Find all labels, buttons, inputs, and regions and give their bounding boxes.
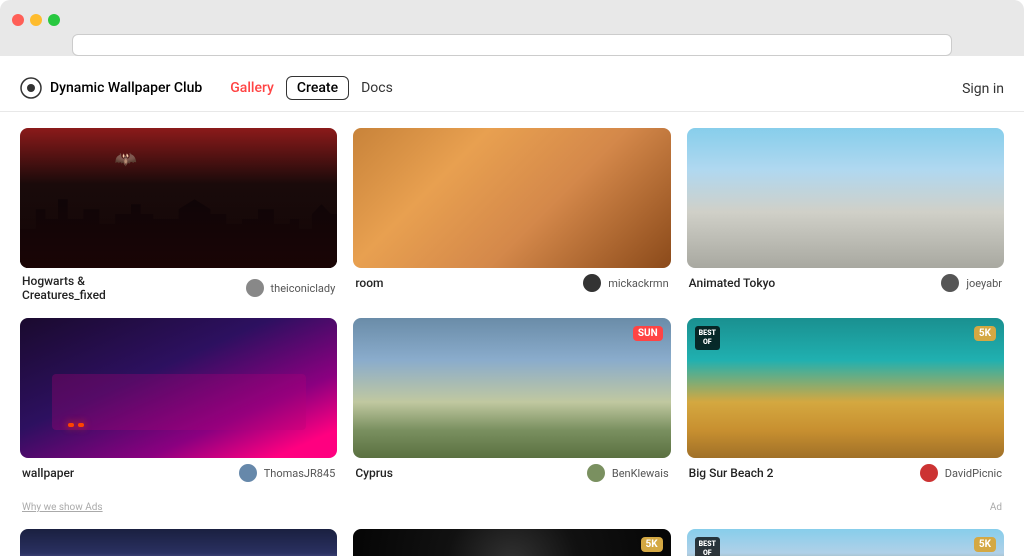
nav-links: Gallery Create Docs <box>222 76 401 100</box>
sign-in-button[interactable]: Sign in <box>962 81 1004 97</box>
brand-icon <box>20 77 42 99</box>
gallery-title-tokyo: Animated Tokyo <box>689 276 776 290</box>
main-content: 🦇 Hogwarts &Creatures_fixed theiconiclad… <box>0 112 1024 556</box>
car-light-left <box>68 423 74 427</box>
best-badge: BESTOF <box>695 326 720 350</box>
gallery-author-wallpaper: ThomasJR845 <box>239 464 336 482</box>
gallery-meta-wallpaper: wallpaper ThomasJR845 <box>20 458 337 482</box>
best-badge-temple: BESTOF <box>695 537 720 556</box>
gallery-meta-hogwarts: Hogwarts &Creatures_fixed theiconiclady <box>20 268 337 302</box>
brand-name: Dynamic Wallpaper Club <box>50 80 202 96</box>
dragon-icon: 🦇 <box>115 149 137 170</box>
car-neon <box>52 374 306 430</box>
ad-label: Ad <box>990 502 1002 513</box>
gallery-item-temple[interactable]: BESTOF 5K <box>687 529 1004 556</box>
author-avatar-wallpaper <box>239 464 257 482</box>
car-lights <box>68 423 84 427</box>
ad-row: Why we show Ads Ad <box>20 498 1004 517</box>
author-avatar-cyprus <box>587 464 605 482</box>
badge-5k-temple: 5K <box>974 537 996 552</box>
gallery-image-wallpaper <box>20 318 337 458</box>
navbar: Dynamic Wallpaper Club Gallery Create Do… <box>0 64 1024 112</box>
address-bar[interactable] <box>72 34 952 56</box>
badge-sun: SUN <box>633 326 663 341</box>
minimize-button[interactable] <box>30 14 42 26</box>
car-light-right <box>78 423 84 427</box>
close-button[interactable] <box>12 14 24 26</box>
ad-why-link[interactable]: Why we show Ads <box>22 502 103 513</box>
castle-silhouette <box>20 170 337 268</box>
gallery-item-wallpaper[interactable]: wallpaper ThomasJR845 <box>20 318 337 482</box>
gallery-meta-cyprus: Cyprus BenKlewais <box>353 458 670 482</box>
author-avatar-tokyo <box>941 274 959 292</box>
gallery-item-night[interactable] <box>20 529 337 556</box>
nav-docs[interactable]: Docs <box>353 76 401 100</box>
gallery-row-bottom: 5K BESTOF 5K <box>20 529 1004 556</box>
gallery-row-2: wallpaper ThomasJR845 SUN Cyprus BenKlew… <box>20 318 1004 482</box>
gallery-author-cyprus: BenKlewais <box>587 464 669 482</box>
traffic-lights <box>12 8 1012 34</box>
gallery-meta-bigsur: Big Sur Beach 2 DavidPicnic <box>687 458 1004 482</box>
gallery-title-hogwarts: Hogwarts &Creatures_fixed <box>22 274 106 302</box>
gallery-item-hogwarts[interactable]: 🦇 Hogwarts &Creatures_fixed theiconiclad… <box>20 128 337 302</box>
gallery-row-1: 🦇 Hogwarts &Creatures_fixed theiconiclad… <box>20 128 1004 302</box>
gallery-title-cyprus: Cyprus <box>355 466 393 480</box>
gallery-image-dark: 5K <box>353 529 670 556</box>
gallery-item-room[interactable]: room mickackrmn <box>353 128 670 302</box>
maximize-button[interactable] <box>48 14 60 26</box>
gallery-image-tokyo <box>687 128 1004 268</box>
gallery-meta-room: room mickackrmn <box>353 268 670 292</box>
gallery-item-dark[interactable]: 5K <box>353 529 670 556</box>
author-avatar-hogwarts <box>246 279 264 297</box>
gallery-title-bigsur: Big Sur Beach 2 <box>689 466 774 480</box>
gallery-image-hogwarts: 🦇 <box>20 128 337 268</box>
badge-5k-dark: 5K <box>641 537 663 552</box>
gallery-author-tokyo: joeyabr <box>941 274 1002 292</box>
browser-chrome <box>0 0 1024 56</box>
nav-gallery[interactable]: Gallery <box>222 76 282 100</box>
gallery-title-wallpaper: wallpaper <box>22 466 74 480</box>
gallery-title-room: room <box>355 276 383 290</box>
gallery-item-tokyo[interactable]: Animated Tokyo joeyabr <box>687 128 1004 302</box>
navbar-right: Sign in <box>962 78 1004 97</box>
gallery-image-cyprus: SUN <box>353 318 670 458</box>
author-avatar-bigsur <box>920 464 938 482</box>
gallery-item-cyprus[interactable]: SUN Cyprus BenKlewais <box>353 318 670 482</box>
gallery-item-bigsur[interactable]: BESTOF 5K Big Sur Beach 2 DavidPicnic <box>687 318 1004 482</box>
gallery-image-bigsur: BESTOF 5K <box>687 318 1004 458</box>
gallery-author-bigsur: DavidPicnic <box>920 464 1002 482</box>
gallery-image-temple: BESTOF 5K <box>687 529 1004 556</box>
gallery-author-room: mickackrmn <box>583 274 668 292</box>
nav-create[interactable]: Create <box>286 76 349 100</box>
gallery-meta-tokyo: Animated Tokyo joeyabr <box>687 268 1004 292</box>
gallery-image-night <box>20 529 337 556</box>
brand[interactable]: Dynamic Wallpaper Club <box>20 77 202 99</box>
author-avatar-room <box>583 274 601 292</box>
badge-5k: 5K <box>974 326 996 341</box>
gallery-image-room <box>353 128 670 268</box>
gallery-author-hogwarts: theiconiclady <box>246 279 336 297</box>
